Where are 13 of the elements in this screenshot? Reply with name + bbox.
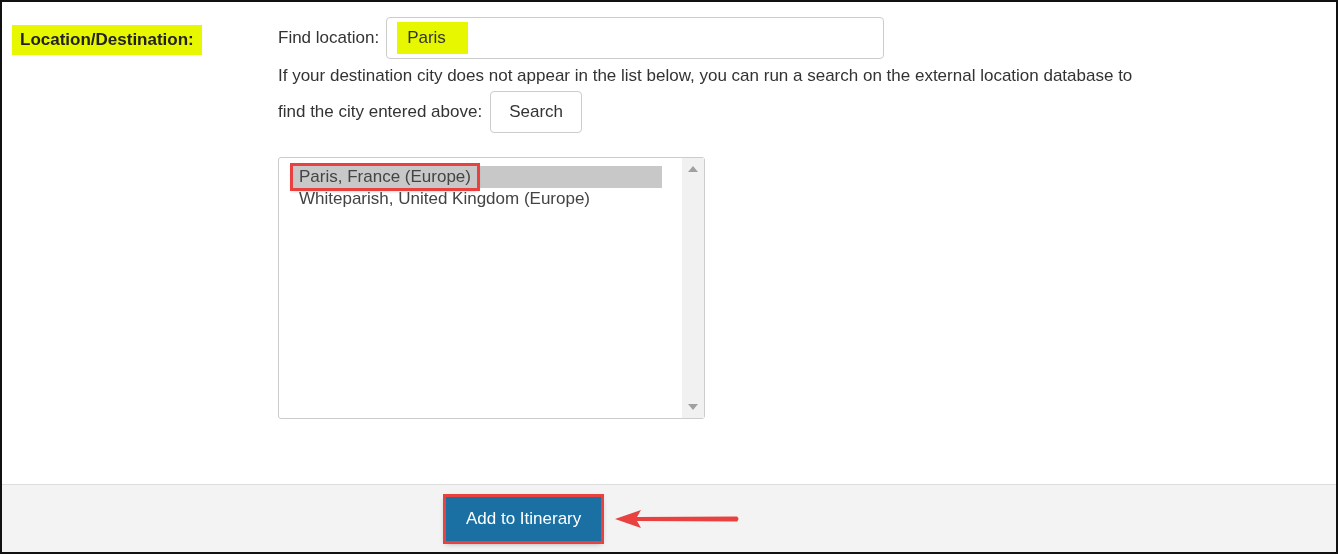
help-text: find the city entered above: xyxy=(278,102,483,122)
help-text: If your destination city does not appear in the list below, you can run a search on the external location database to xyxy=(278,65,1134,87)
field-label: Location/Destination: xyxy=(12,25,202,55)
input-field[interactable]: Paris xyxy=(386,17,885,59)
find-location-label: Find location: xyxy=(278,28,380,48)
location-option[interactable]: Paris, France (Europe) xyxy=(293,166,662,188)
location-listbox[interactable]: Paris, France (Europe) Whiteparish, United Kingdom (Europe) xyxy=(278,157,705,419)
scroll-up-icon[interactable] xyxy=(688,166,698,172)
search-button[interactable]: Search xyxy=(490,91,582,133)
scroll-down-icon[interactable] xyxy=(688,404,698,410)
location-option[interactable]: Whiteparish, United Kingdom (Europe) xyxy=(293,188,662,210)
add-to-itinerary-button[interactable]: Add to Itinerary xyxy=(446,496,602,541)
scrollbar[interactable] xyxy=(682,158,704,418)
